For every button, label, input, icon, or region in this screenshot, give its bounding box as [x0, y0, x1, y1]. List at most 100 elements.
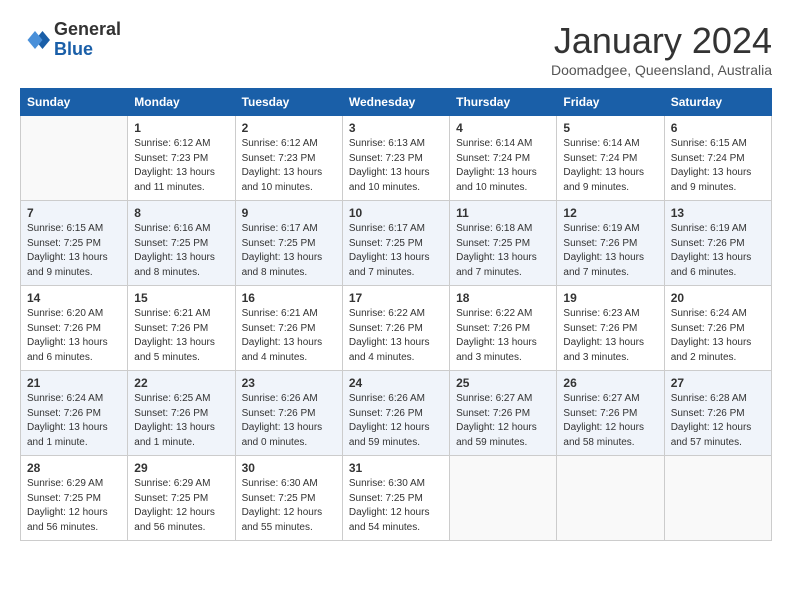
- day-info: Sunrise: 6:24 AMSunset: 7:26 PMDaylight:…: [671, 307, 765, 365]
- day-number: 25: [456, 376, 550, 390]
- calendar-table: SundayMondayTuesdayWednesdayThursdayFrid…: [20, 88, 772, 541]
- logo-blue: Blue: [54, 40, 121, 60]
- calendar-cell: 15 Sunrise: 6:21 AMSunset: 7:26 PMDayligh…: [128, 286, 235, 371]
- day-number: 4: [456, 121, 550, 135]
- calendar-cell: 23Sunrise: 6:26 AMSunset: 7:26 PMDayligh…: [235, 371, 342, 456]
- calendar-cell: 12 Sunrise: 6:19 AMSunset: 7:26 PMDayligh…: [557, 201, 664, 286]
- day-info: Sunrise: 6:16 AMSunset: 7:25 PMDaylight:…: [134, 222, 228, 280]
- day-number: 22: [134, 376, 228, 390]
- day-info: Sunrise: 6:13 AMSunset: 7:23 PMDaylight:…: [349, 137, 443, 195]
- month-title: January 2024: [551, 20, 772, 62]
- day-number: 18: [456, 291, 550, 305]
- header-cell-tuesday: Tuesday: [235, 89, 342, 116]
- calendar-cell: 2 Sunrise: 6:12 AMSunset: 7:23 PMDaylight…: [235, 116, 342, 201]
- day-number: 7: [27, 206, 121, 220]
- day-info: Sunrise: 6:29 AMSunset: 7:25 PMDaylight:…: [134, 477, 228, 535]
- calendar-cell: 3 Sunrise: 6:13 AMSunset: 7:23 PMDaylight…: [342, 116, 449, 201]
- day-number: 20: [671, 291, 765, 305]
- day-info: Sunrise: 6:27 AMSunset: 7:26 PMDaylight:…: [456, 392, 550, 450]
- day-info: Sunrise: 6:22 AMSunset: 7:26 PMDaylight:…: [349, 307, 443, 365]
- day-info: Sunrise: 6:12 AMSunset: 7:23 PMDaylight:…: [134, 137, 228, 195]
- day-number: 16: [242, 291, 336, 305]
- calendar-cell: [557, 456, 664, 541]
- day-number: 15: [134, 291, 228, 305]
- day-info: Sunrise: 6:19 AMSunset: 7:26 PMDaylight:…: [563, 222, 657, 280]
- day-number: 8: [134, 206, 228, 220]
- calendar-cell: 28 Sunrise: 6:29 AMSunset: 7:25 PMDayligh…: [21, 456, 128, 541]
- day-info: Sunrise: 6:25 AMSunset: 7:26 PMDaylight:…: [134, 392, 228, 450]
- calendar-cell: 25 Sunrise: 6:27 AMSunset: 7:26 PMDayligh…: [450, 371, 557, 456]
- day-info: Sunrise: 6:26 AMSunset: 7:26 PMDaylight:…: [349, 392, 443, 450]
- day-number: 1: [134, 121, 228, 135]
- header-cell-sunday: Sunday: [21, 89, 128, 116]
- day-info: Sunrise: 6:20 AMSunset: 7:26 PMDaylight:…: [27, 307, 121, 365]
- day-number: 23: [242, 376, 336, 390]
- day-info: Sunrise: 6:24 AMSunset: 7:26 PMDaylight:…: [27, 392, 121, 450]
- calendar-cell: 30 Sunrise: 6:30 AMSunset: 7:25 PMDayligh…: [235, 456, 342, 541]
- day-number: 29: [134, 461, 228, 475]
- logo: General Blue: [20, 20, 121, 60]
- day-info: Sunrise: 6:27 AMSunset: 7:26 PMDaylight:…: [563, 392, 657, 450]
- day-number: 3: [349, 121, 443, 135]
- logo-general: General: [54, 20, 121, 40]
- day-number: 17: [349, 291, 443, 305]
- day-info: Sunrise: 6:18 AMSunset: 7:25 PMDaylight:…: [456, 222, 550, 280]
- day-number: 6: [671, 121, 765, 135]
- header-cell-saturday: Saturday: [664, 89, 771, 116]
- day-info: Sunrise: 6:14 AMSunset: 7:24 PMDaylight:…: [563, 137, 657, 195]
- day-number: 12: [563, 206, 657, 220]
- calendar-cell: 20 Sunrise: 6:24 AMSunset: 7:26 PMDayligh…: [664, 286, 771, 371]
- day-number: 11: [456, 206, 550, 220]
- week-row-3: 14 Sunrise: 6:20 AMSunset: 7:26 PMDayligh…: [21, 286, 772, 371]
- day-info: Sunrise: 6:12 AMSunset: 7:23 PMDaylight:…: [242, 137, 336, 195]
- calendar-cell: 22 Sunrise: 6:25 AMSunset: 7:26 PMDayligh…: [128, 371, 235, 456]
- calendar-cell: 9Sunrise: 6:17 AMSunset: 7:25 PMDaylight…: [235, 201, 342, 286]
- calendar-cell: 5 Sunrise: 6:14 AMSunset: 7:24 PMDaylight…: [557, 116, 664, 201]
- header-cell-friday: Friday: [557, 89, 664, 116]
- day-number: 30: [242, 461, 336, 475]
- calendar-cell: 11 Sunrise: 6:18 AMSunset: 7:25 PMDayligh…: [450, 201, 557, 286]
- calendar-cell: [21, 116, 128, 201]
- day-number: 28: [27, 461, 121, 475]
- day-number: 13: [671, 206, 765, 220]
- calendar-cell: 26Sunrise: 6:27 AMSunset: 7:26 PMDayligh…: [557, 371, 664, 456]
- calendar-cell: 18 Sunrise: 6:22 AMSunset: 7:26 PMDayligh…: [450, 286, 557, 371]
- day-info: Sunrise: 6:15 AMSunset: 7:24 PMDaylight:…: [671, 137, 765, 195]
- day-number: 24: [349, 376, 443, 390]
- calendar-cell: 13 Sunrise: 6:19 AMSunset: 7:26 PMDayligh…: [664, 201, 771, 286]
- day-number: 31: [349, 461, 443, 475]
- calendar-cell: 31 Sunrise: 6:30 AMSunset: 7:25 PMDayligh…: [342, 456, 449, 541]
- header-row: SundayMondayTuesdayWednesdayThursdayFrid…: [21, 89, 772, 116]
- day-number: 14: [27, 291, 121, 305]
- day-number: 10: [349, 206, 443, 220]
- calendar-cell: 7Sunrise: 6:15 AMSunset: 7:25 PMDaylight…: [21, 201, 128, 286]
- day-info: Sunrise: 6:29 AMSunset: 7:25 PMDaylight:…: [27, 477, 121, 535]
- day-number: 27: [671, 376, 765, 390]
- day-info: Sunrise: 6:17 AMSunset: 7:25 PMDaylight:…: [349, 222, 443, 280]
- calendar-header: SundayMondayTuesdayWednesdayThursdayFrid…: [21, 89, 772, 116]
- day-number: 2: [242, 121, 336, 135]
- day-info: Sunrise: 6:30 AMSunset: 7:25 PMDaylight:…: [349, 477, 443, 535]
- calendar-body: 1 Sunrise: 6:12 AMSunset: 7:23 PMDaylight…: [21, 116, 772, 541]
- page-header: General Blue January 2024 Doomadgee, Que…: [20, 20, 772, 78]
- calendar-cell: 24 Sunrise: 6:26 AMSunset: 7:26 PMDayligh…: [342, 371, 449, 456]
- day-info: Sunrise: 6:22 AMSunset: 7:26 PMDaylight:…: [456, 307, 550, 365]
- day-info: Sunrise: 6:30 AMSunset: 7:25 PMDaylight:…: [242, 477, 336, 535]
- week-row-2: 7Sunrise: 6:15 AMSunset: 7:25 PMDaylight…: [21, 201, 772, 286]
- calendar-cell: 4Sunrise: 6:14 AMSunset: 7:24 PMDaylight…: [450, 116, 557, 201]
- day-info: Sunrise: 6:21 AMSunset: 7:26 PMDaylight:…: [134, 307, 228, 365]
- calendar-cell: 6 Sunrise: 6:15 AMSunset: 7:24 PMDaylight…: [664, 116, 771, 201]
- day-info: Sunrise: 6:17 AMSunset: 7:25 PMDaylight:…: [242, 222, 336, 280]
- day-info: Sunrise: 6:21 AMSunset: 7:26 PMDaylight:…: [242, 307, 336, 365]
- day-number: 21: [27, 376, 121, 390]
- calendar-cell: 8 Sunrise: 6:16 AMSunset: 7:25 PMDaylight…: [128, 201, 235, 286]
- day-number: 19: [563, 291, 657, 305]
- calendar-cell: 21 Sunrise: 6:24 AMSunset: 7:26 PMDayligh…: [21, 371, 128, 456]
- calendar-cell: 1 Sunrise: 6:12 AMSunset: 7:23 PMDaylight…: [128, 116, 235, 201]
- header-cell-thursday: Thursday: [450, 89, 557, 116]
- calendar-cell: 14 Sunrise: 6:20 AMSunset: 7:26 PMDayligh…: [21, 286, 128, 371]
- day-info: Sunrise: 6:19 AMSunset: 7:26 PMDaylight:…: [671, 222, 765, 280]
- day-number: 5: [563, 121, 657, 135]
- calendar-cell: 17 Sunrise: 6:22 AMSunset: 7:26 PMDayligh…: [342, 286, 449, 371]
- logo-text: General Blue: [54, 20, 121, 60]
